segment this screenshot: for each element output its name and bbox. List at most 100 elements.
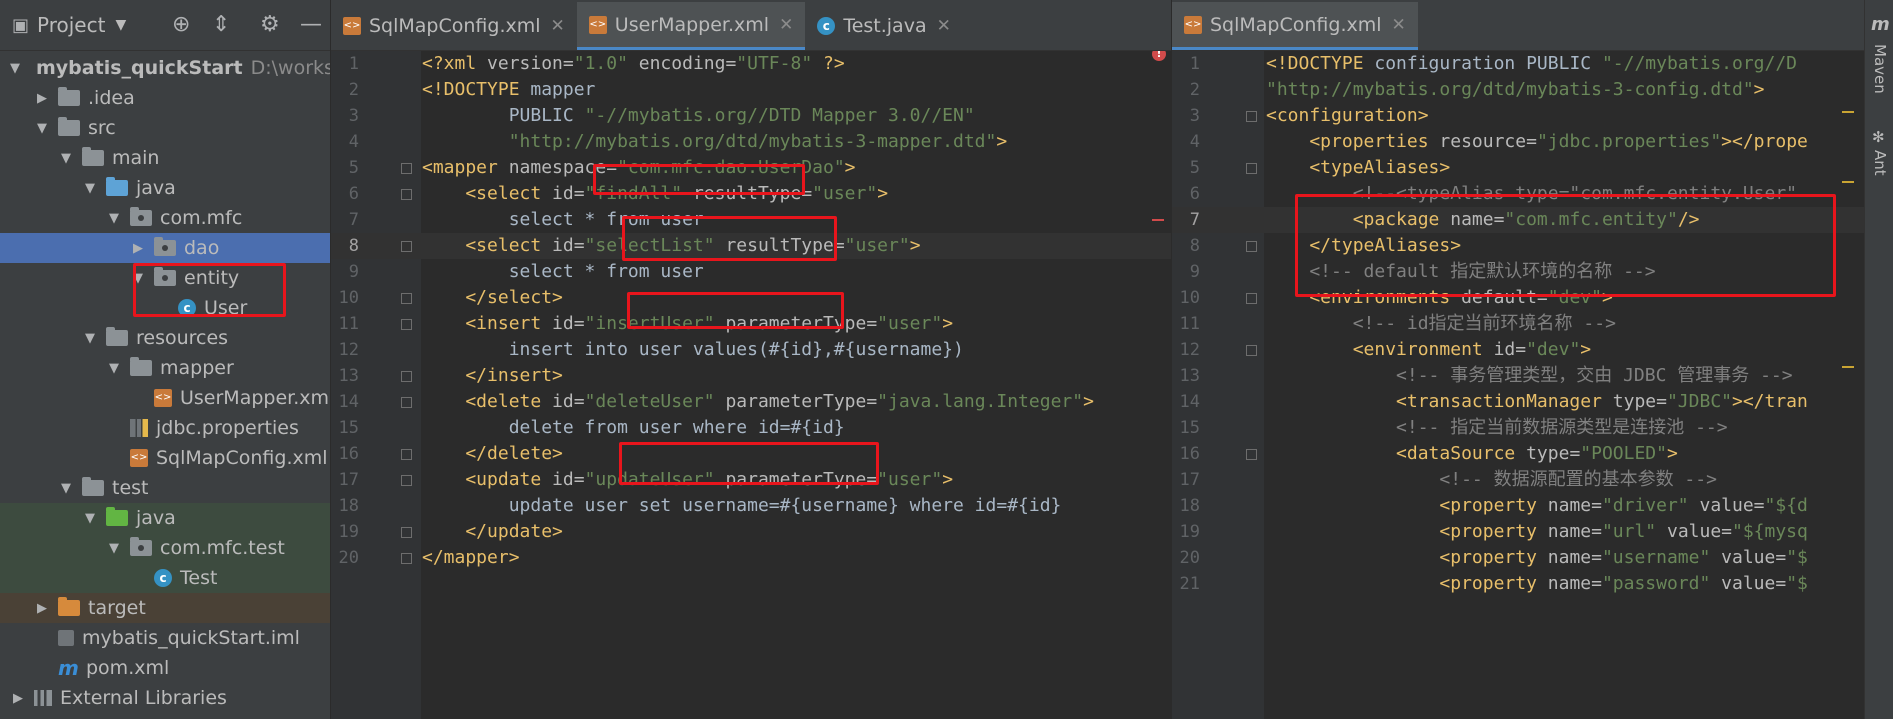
tree-item[interactable]: ▼ src [0, 113, 330, 143]
close-icon[interactable]: ✕ [551, 16, 565, 36]
code-token: > [942, 313, 954, 334]
collapsed-arrow-icon[interactable]: ▶ [130, 241, 146, 256]
warning-scroll-marker[interactable] [1152, 219, 1164, 221]
fold-marker-icon[interactable] [401, 293, 412, 304]
code-token: <dataSource [1266, 443, 1527, 464]
close-icon[interactable]: ✕ [779, 15, 793, 35]
scroll-marker[interactable] [1842, 181, 1854, 183]
tree-item[interactable]: jdbc.properties [0, 413, 330, 443]
source-folder-icon [106, 177, 128, 196]
chevron-down-icon[interactable]: ▼ [115, 17, 126, 33]
editor-tab[interactable]: c Test.java ✕ [805, 2, 963, 50]
editor-tab[interactable]: <> SqlMapConfig.xml ✕ [1172, 2, 1418, 50]
line-number: 4 [1189, 132, 1200, 152]
code-token: "$ [1786, 573, 1808, 594]
expanded-arrow-icon[interactable]: ▼ [82, 511, 98, 526]
scroll-marker[interactable] [1842, 366, 1854, 368]
collapsed-arrow-icon[interactable]: ▶ [10, 691, 26, 706]
tree-item[interactable]: mybatis_quickStart.iml [0, 623, 330, 653]
tree-item-label: target [88, 597, 146, 619]
collapsed-arrow-icon[interactable]: ▶ [34, 91, 50, 106]
sqlmapconfig-editor[interactable]: 1 <!DOCTYPE configuration PUBLIC "-//myba… [1172, 51, 1864, 719]
code-token: > [996, 131, 1008, 152]
tree-item[interactable]: ▼ com.mfc [0, 203, 330, 233]
line-number: 2 [1189, 80, 1200, 100]
code-token: mapper [530, 79, 596, 100]
code-line: "http://mybatis.org/dtd/mybatis-3-config… [1266, 77, 1765, 103]
fold-marker-icon[interactable] [401, 449, 412, 460]
fold-marker-icon[interactable] [401, 397, 412, 408]
line-number: 3 [1189, 106, 1200, 126]
expanded-arrow-icon[interactable]: ▼ [34, 121, 50, 136]
editor-tab[interactable]: <> SqlMapConfig.xml ✕ [331, 2, 577, 50]
tree-item[interactable]: ▼ java [0, 503, 330, 533]
code-token: > [1753, 79, 1765, 100]
expanded-arrow-icon[interactable]: ▼ [58, 151, 74, 166]
fold-marker-icon[interactable] [401, 163, 412, 174]
ant-icon[interactable]: ✻ [1872, 128, 1885, 146]
code-token: "driver" [1601, 495, 1689, 516]
collapse-icon[interactable]: ⇕ [212, 12, 230, 37]
tree-item[interactable]: ▶ .idea [0, 83, 330, 113]
hide-icon[interactable]: — [300, 12, 322, 37]
tree-item[interactable]: <> UserMapper.xm [0, 383, 330, 413]
expanded-arrow-icon[interactable]: ▼ [82, 181, 98, 196]
editor-tab[interactable]: <> UserMapper.xml ✕ [576, 2, 806, 50]
tree-item[interactable]: ▼ test [0, 473, 330, 503]
code-line: <environment id="dev"> [1266, 337, 1591, 363]
tree-item[interactable]: m pom.xml [0, 653, 330, 683]
tree-item[interactable]: ▶ External Libraries [0, 683, 330, 713]
tree-item-label: test [112, 477, 149, 499]
properties-file-icon [130, 419, 148, 437]
expanded-arrow-icon[interactable]: ▼ [10, 61, 20, 76]
scroll-marker[interactable] [1842, 111, 1854, 113]
fold-marker-icon[interactable] [401, 553, 412, 564]
fold-marker-icon[interactable] [1246, 163, 1257, 174]
usermapper-editor[interactable]: 1 <?xml version="1.0" encoding="UTF-8" ?>… [331, 51, 1171, 719]
fold-marker-icon[interactable] [401, 241, 412, 252]
folder-icon [130, 357, 152, 376]
close-icon[interactable]: ✕ [1392, 15, 1406, 35]
tree-item[interactable]: ▼ resources [0, 323, 330, 353]
code-token: ?> [812, 53, 845, 74]
project-view-icon: ▣ [12, 14, 30, 36]
line-number: 12 [338, 340, 359, 360]
expanded-arrow-icon[interactable]: ▼ [58, 481, 74, 496]
fold-marker-icon[interactable] [401, 475, 412, 486]
folder-icon [58, 117, 80, 136]
ant-tool-button[interactable]: Ant [1871, 150, 1889, 176]
fold-marker-icon[interactable] [1246, 449, 1257, 460]
tree-item[interactable]: ▼ mybatis_quickStart D:\worksp [0, 53, 330, 83]
tree-item[interactable]: ▼ main [0, 143, 330, 173]
code-line: insert into user values(#{id},#{username… [422, 337, 964, 363]
expanded-arrow-icon[interactable]: ▼ [106, 361, 122, 376]
project-panel-title[interactable]: Project [37, 13, 105, 37]
fold-marker-icon[interactable] [401, 371, 412, 382]
tree-item[interactable]: ▼ java [0, 173, 330, 203]
fold-marker-icon[interactable] [1246, 345, 1257, 356]
expanded-arrow-icon[interactable]: ▼ [82, 331, 98, 346]
locate-icon[interactable]: ⊕ [172, 12, 190, 37]
maven-tool-button[interactable]: Maven [1871, 44, 1889, 94]
expanded-arrow-icon[interactable]: ▼ [106, 211, 122, 226]
fold-marker-icon[interactable] [401, 527, 412, 538]
gear-icon[interactable]: ⚙ [260, 12, 280, 37]
expanded-arrow-icon[interactable]: ▼ [106, 541, 122, 556]
line-number: 6 [1189, 184, 1200, 204]
close-icon[interactable]: ✕ [937, 16, 951, 36]
tree-item[interactable]: ▶ target [0, 593, 330, 623]
tree-item[interactable]: c Test [0, 563, 330, 593]
error-icon[interactable]: ! [1152, 51, 1166, 61]
tree-item[interactable]: <> SqlMapConfig.xml [0, 443, 330, 473]
maven-icon[interactable]: m [1871, 14, 1890, 35]
tree-item[interactable]: ▼ com.mfc.test [0, 533, 330, 563]
fold-marker-icon[interactable] [1246, 241, 1257, 252]
fold-marker-icon[interactable] [1246, 293, 1257, 304]
collapsed-arrow-icon[interactable]: ▶ [34, 601, 50, 616]
line-number: 8 [1189, 236, 1200, 256]
fold-marker-icon[interactable] [401, 319, 412, 330]
tree-item[interactable]: ▼ mapper [0, 353, 330, 383]
tree-item[interactable]: ▶ dao [0, 233, 330, 263]
fold-marker-icon[interactable] [1246, 111, 1257, 122]
fold-marker-icon[interactable] [401, 189, 412, 200]
